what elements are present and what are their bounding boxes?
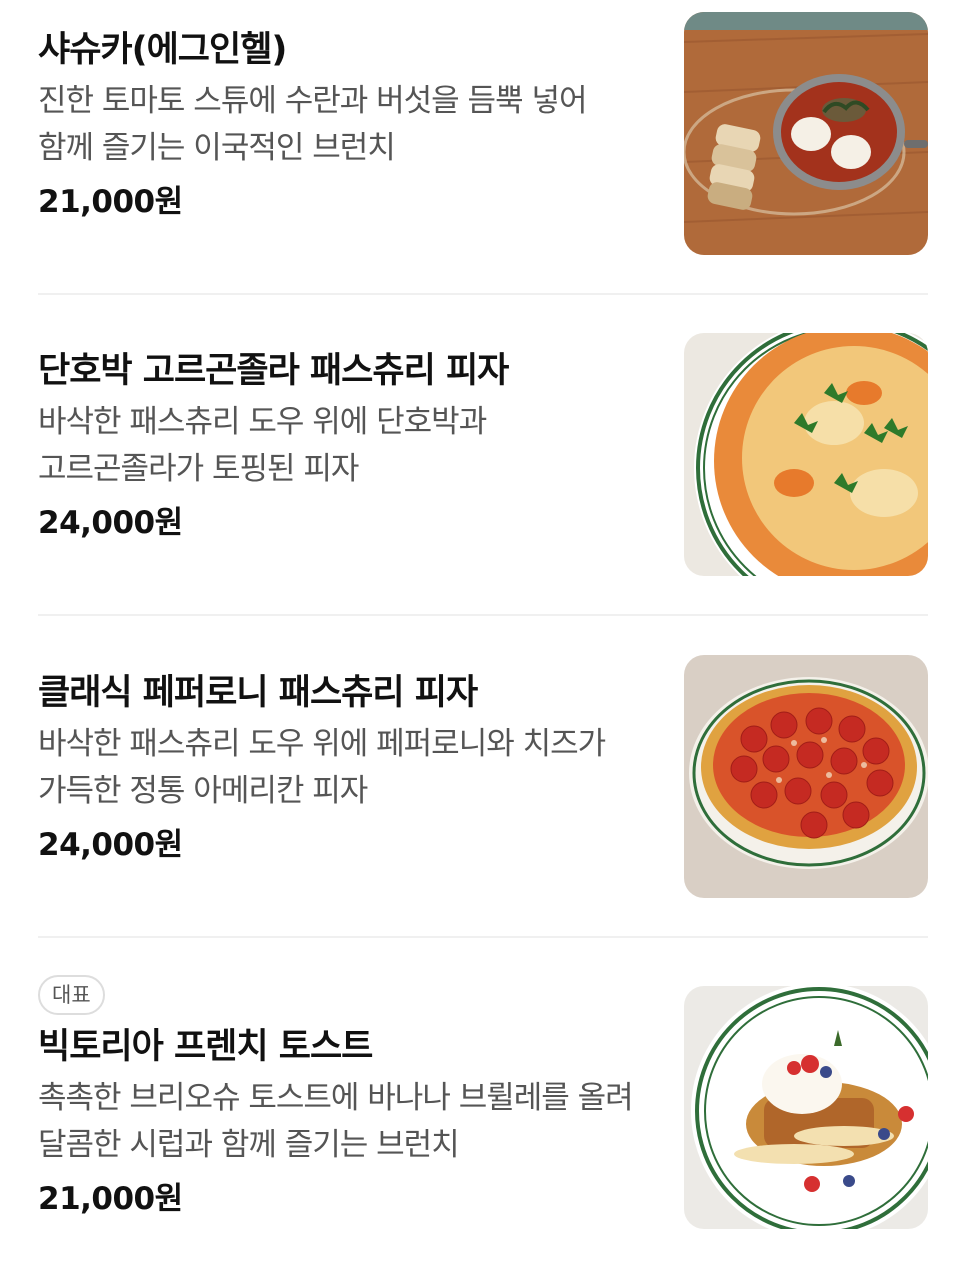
menu-list: 샤슈카(에그인헬) 진한 토마토 스튜에 수란과 버섯을 듬뿍 넣어 함께 즐기… (0, 0, 966, 1276)
menu-item-name: 샤슈카(에그인헬) (38, 30, 287, 70)
menu-item-name: 단호박 고르곤졸라 패스츄리 피자 (38, 351, 509, 391)
menu-item-name: 클래식 페퍼로니 패스츄리 피자 (38, 673, 478, 713)
menu-item-price: 24,000원 (38, 827, 183, 863)
divider (38, 936, 928, 938)
menu-item-price: 21,000원 (38, 1181, 183, 1217)
menu-item-description: 바삭한 패스츄리 도우 위에 페퍼로니와 치즈가 가득한 정통 아메리칸 피자 (38, 726, 606, 809)
menu-item-description: 바삭한 패스츄리 도우 위에 단호박과 고르곤졸라가 토핑된 피자 (38, 404, 487, 487)
menu-item-description: 진한 토마토 스튜에 수란과 버섯을 듬뿍 넣어 함께 즐기는 이국적인 브런치 (38, 83, 587, 166)
menu-item-description: 촉촉한 브리오슈 토스트에 바나나 브륄레를 올려 달콤한 시럽과 함께 즐기는… (38, 1080, 634, 1163)
menu-item-price: 21,000원 (38, 184, 183, 220)
pumpkin-pizza-photo[interactable] (684, 333, 928, 576)
menu-item-text: 샤슈카(에그인헬) 진한 토마토 스튜에 수란과 버섯을 듬뿍 넣어 함께 즐기… (38, 28, 658, 222)
menu-item-shakshuka[interactable]: 샤슈카(에그인헬) 진한 토마토 스튜에 수란과 버섯을 듬뿍 넣어 함께 즐기… (0, 0, 966, 295)
menu-item-french-toast[interactable]: 대표 빅토리아 프렌치 토스트 촉촉한 브리오슈 토스트에 바나나 브륄레를 올… (0, 965, 966, 1276)
menu-item-text: 클래식 페퍼로니 패스츄리 피자 바삭한 패스츄리 도우 위에 페퍼로니와 치즈… (38, 671, 658, 865)
menu-item-pepperoni-pizza[interactable]: 클래식 페퍼로니 패스츄리 피자 바삭한 패스츄리 도우 위에 페퍼로니와 치즈… (0, 643, 966, 938)
divider (38, 614, 928, 616)
menu-item-text: 단호박 고르곤졸라 패스츄리 피자 바삭한 패스츄리 도우 위에 단호박과 고르… (38, 349, 658, 543)
menu-item-pumpkin-pizza[interactable]: 단호박 고르곤졸라 패스츄리 피자 바삭한 패스츄리 도우 위에 단호박과 고르… (0, 321, 966, 616)
menu-item-text: 대표 빅토리아 프렌치 토스트 촉촉한 브리오슈 토스트에 바나나 브륄레를 올… (38, 975, 658, 1219)
menu-item-name: 빅토리아 프렌치 토스트 (38, 1027, 373, 1067)
shakshuka-photo[interactable] (684, 12, 928, 255)
menu-item-price: 24,000원 (38, 505, 183, 541)
divider (38, 293, 928, 295)
french-toast-photo[interactable] (684, 986, 928, 1229)
signature-badge: 대표 (38, 975, 105, 1015)
pepperoni-pizza-photo[interactable] (684, 655, 928, 898)
